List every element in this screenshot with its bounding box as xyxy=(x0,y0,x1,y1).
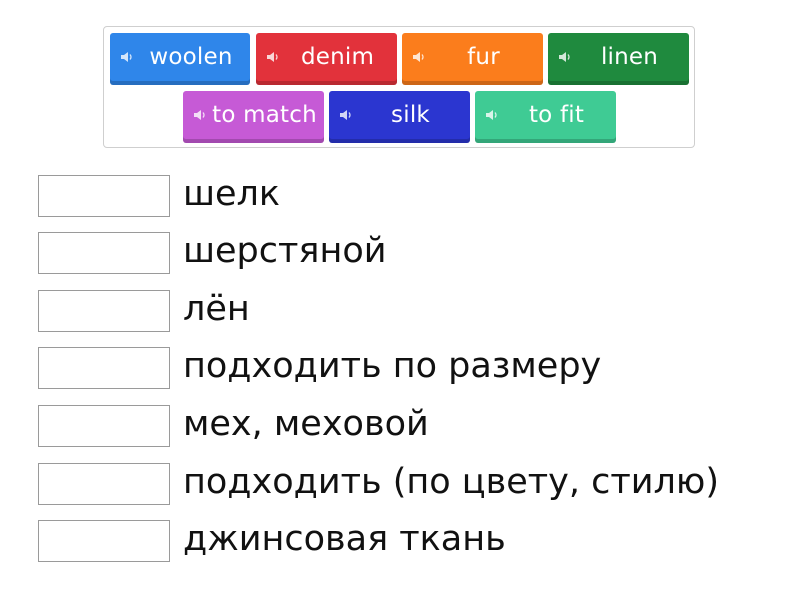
definition-text: шерстяной xyxy=(183,231,387,271)
definition-text: шелк xyxy=(183,174,281,214)
speaker-icon[interactable] xyxy=(193,108,207,122)
drop-box[interactable] xyxy=(38,175,170,217)
tile-silk[interactable]: silk xyxy=(329,91,470,143)
drop-box[interactable] xyxy=(38,290,170,332)
word-bank: woolen denim fur linen to match silk to … xyxy=(103,26,695,148)
speaker-icon[interactable] xyxy=(339,108,353,122)
tile-fur[interactable]: fur xyxy=(402,33,543,85)
drop-box[interactable] xyxy=(38,232,170,274)
match-row: лён xyxy=(38,289,250,333)
tile-to-fit[interactable]: to fit xyxy=(475,91,616,143)
tile-woolen[interactable]: woolen xyxy=(110,33,250,85)
match-row: шерстяной xyxy=(38,231,387,275)
match-row: мех, меховой xyxy=(38,404,429,448)
speaker-icon[interactable] xyxy=(266,50,280,64)
match-row: подходить (по цвету, стилю) xyxy=(38,462,719,506)
definition-text: мех, меховой xyxy=(183,404,429,444)
speaker-icon[interactable] xyxy=(485,108,499,122)
definition-text: подходить по размеру xyxy=(183,346,602,386)
drop-box[interactable] xyxy=(38,347,170,389)
definition-text: лён xyxy=(183,289,250,329)
tile-to-match[interactable]: to match xyxy=(183,91,324,143)
match-row: шелк xyxy=(38,174,280,218)
drop-box[interactable] xyxy=(38,520,170,562)
drop-box[interactable] xyxy=(38,405,170,447)
match-row: джинсовая ткань xyxy=(38,519,506,563)
tile-denim[interactable]: denim xyxy=(256,33,397,85)
definition-text: джинсовая ткань xyxy=(183,519,506,559)
match-row: подходить по размеру xyxy=(38,346,601,390)
tile-linen[interactable]: linen xyxy=(548,33,689,85)
definition-text: подходить (по цвету, стилю) xyxy=(183,462,719,502)
speaker-icon[interactable] xyxy=(120,50,134,64)
speaker-icon[interactable] xyxy=(412,50,426,64)
speaker-icon[interactable] xyxy=(558,50,572,64)
drop-box[interactable] xyxy=(38,463,170,505)
